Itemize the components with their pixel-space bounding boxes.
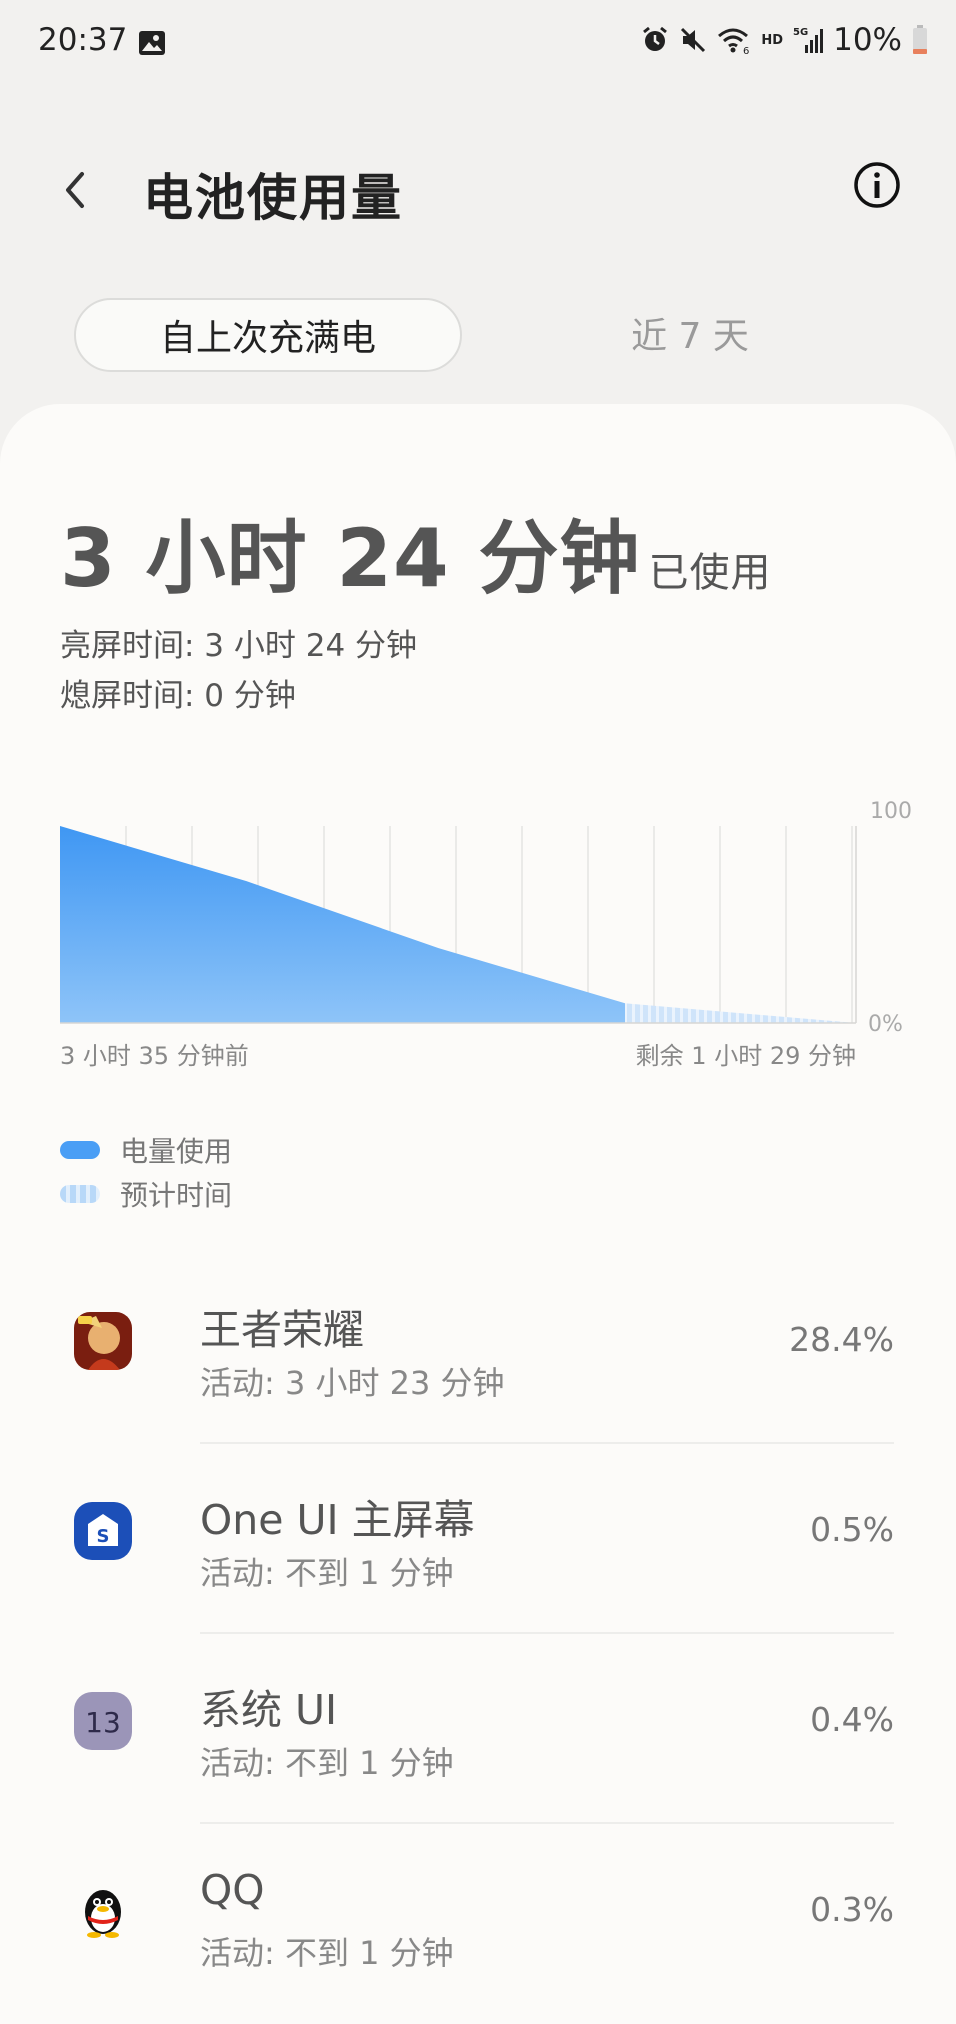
legend-label-usage: 电量使用 [120,1135,233,1168]
wifi-icon: 6 [718,28,750,54]
page-title: 电池使用量 [143,169,403,227]
period-tabs: 自上次充满电 近 7 天 [74,298,894,372]
one-ui-home-icon: S [74,1502,132,1560]
y-label-bottom: 0% [868,1012,903,1037]
battery-percent: 10% [833,22,902,58]
legend-item-predicted: 预计时间 [60,1172,232,1216]
series-area-predicted [625,1003,856,1023]
mute-icon [681,27,706,53]
app-percent: 0.5% [810,1510,894,1549]
y-label-top: 100 [870,799,912,824]
tab-last-7-days[interactable]: 近 7 天 [540,298,840,368]
chevron-left-icon [66,172,84,208]
back-button[interactable] [58,164,98,216]
qq-penguin-icon [74,1882,132,1940]
screen-off-time: 熄屏时间: 0 分钟 [60,678,296,714]
battery-chart-svg: 100 0% 3 小时 35 分钟前 剩余 1 小时 29 分钟 [60,799,912,1070]
info-button[interactable] [852,160,902,210]
app-row-honor-of-kings[interactable]: 王者荣耀 活动: 3 小时 23 分钟 28.4% [0,1254,956,1444]
app-activity: 活动: 不到 1 分钟 [200,1934,454,1972]
app-activity: 活动: 不到 1 分钟 [200,1744,454,1782]
app-percent: 0.3% [810,1890,894,1929]
svg-text:6: 6 [743,46,749,54]
x-label-start: 3 小时 35 分钟前 [60,1042,249,1070]
usage-card: 3 小时 24 分钟 已使用 亮屏时间: 3 小时 24 分钟 熄屏时间: 0 分… [0,404,956,2024]
status-bar: 20:37 6 HD 5G 10% [0,0,956,86]
chart-legend: 电量使用 预计时间 [60,1128,232,1216]
app-percent: 28.4% [789,1320,894,1359]
usage-total: 3 小时 24 分钟 已使用 [60,494,772,610]
series-area-usage [60,826,625,1023]
x-label-end: 剩余 1 小时 29 分钟 [636,1042,856,1070]
legend-label-predicted: 预计时间 [120,1179,233,1212]
app-row-system-ui[interactable]: 13 系统 UI 活动: 不到 1 分钟 0.4% [0,1634,956,1824]
status-icons: 6 HD 5G 10% [641,22,928,58]
svg-text:S: S [97,1526,110,1547]
app-name: QQ [200,1866,265,1914]
status-time: 20:37 [38,22,128,58]
app-row-qq[interactable]: QQ 活动: 不到 1 分钟 0.3% [0,1824,956,2014]
legend-swatch-usage [60,1141,100,1159]
app-usage-list: 王者荣耀 活动: 3 小时 23 分钟 28.4% S One UI 主屏幕 活… [0,1254,956,2014]
system-ui-icon: 13 [74,1692,132,1750]
svg-text:13: 13 [85,1706,121,1739]
info-icon [854,162,900,208]
legend-item-usage: 电量使用 [60,1128,232,1172]
alarm-icon [643,26,668,51]
app-name: One UI 主屏幕 [200,1496,475,1544]
battery-chart: 100 0% 3 小时 35 分钟前 剩余 1 小时 29 分钟 [0,784,956,1084]
app-activity: 活动: 不到 1 分钟 [200,1554,454,1592]
signal-icon: 5G [793,27,824,53]
image-icon [139,31,165,55]
app-percent: 0.4% [810,1700,894,1739]
honor-of-kings-icon [74,1312,132,1370]
battery-icon [913,25,927,54]
tab-since-full-charge[interactable]: 自上次充满电 [74,298,462,372]
header: 电池使用量 [0,120,956,260]
5g-label: 5G [793,27,808,38]
app-row-one-ui-home[interactable]: S One UI 主屏幕 活动: 不到 1 分钟 0.5% [0,1444,956,1634]
app-activity: 活动: 3 小时 23 分钟 [200,1364,505,1402]
app-name: 王者荣耀 [200,1306,364,1354]
usage-total-suffix: 已使用 [648,550,772,596]
usage-total-value: 3 小时 24 分钟 [60,512,641,605]
hd-label: HD [761,32,784,48]
screen-on-time: 亮屏时间: 3 小时 24 分钟 [60,628,418,664]
app-name: 系统 UI [200,1686,338,1734]
legend-swatch-predicted [60,1185,100,1203]
